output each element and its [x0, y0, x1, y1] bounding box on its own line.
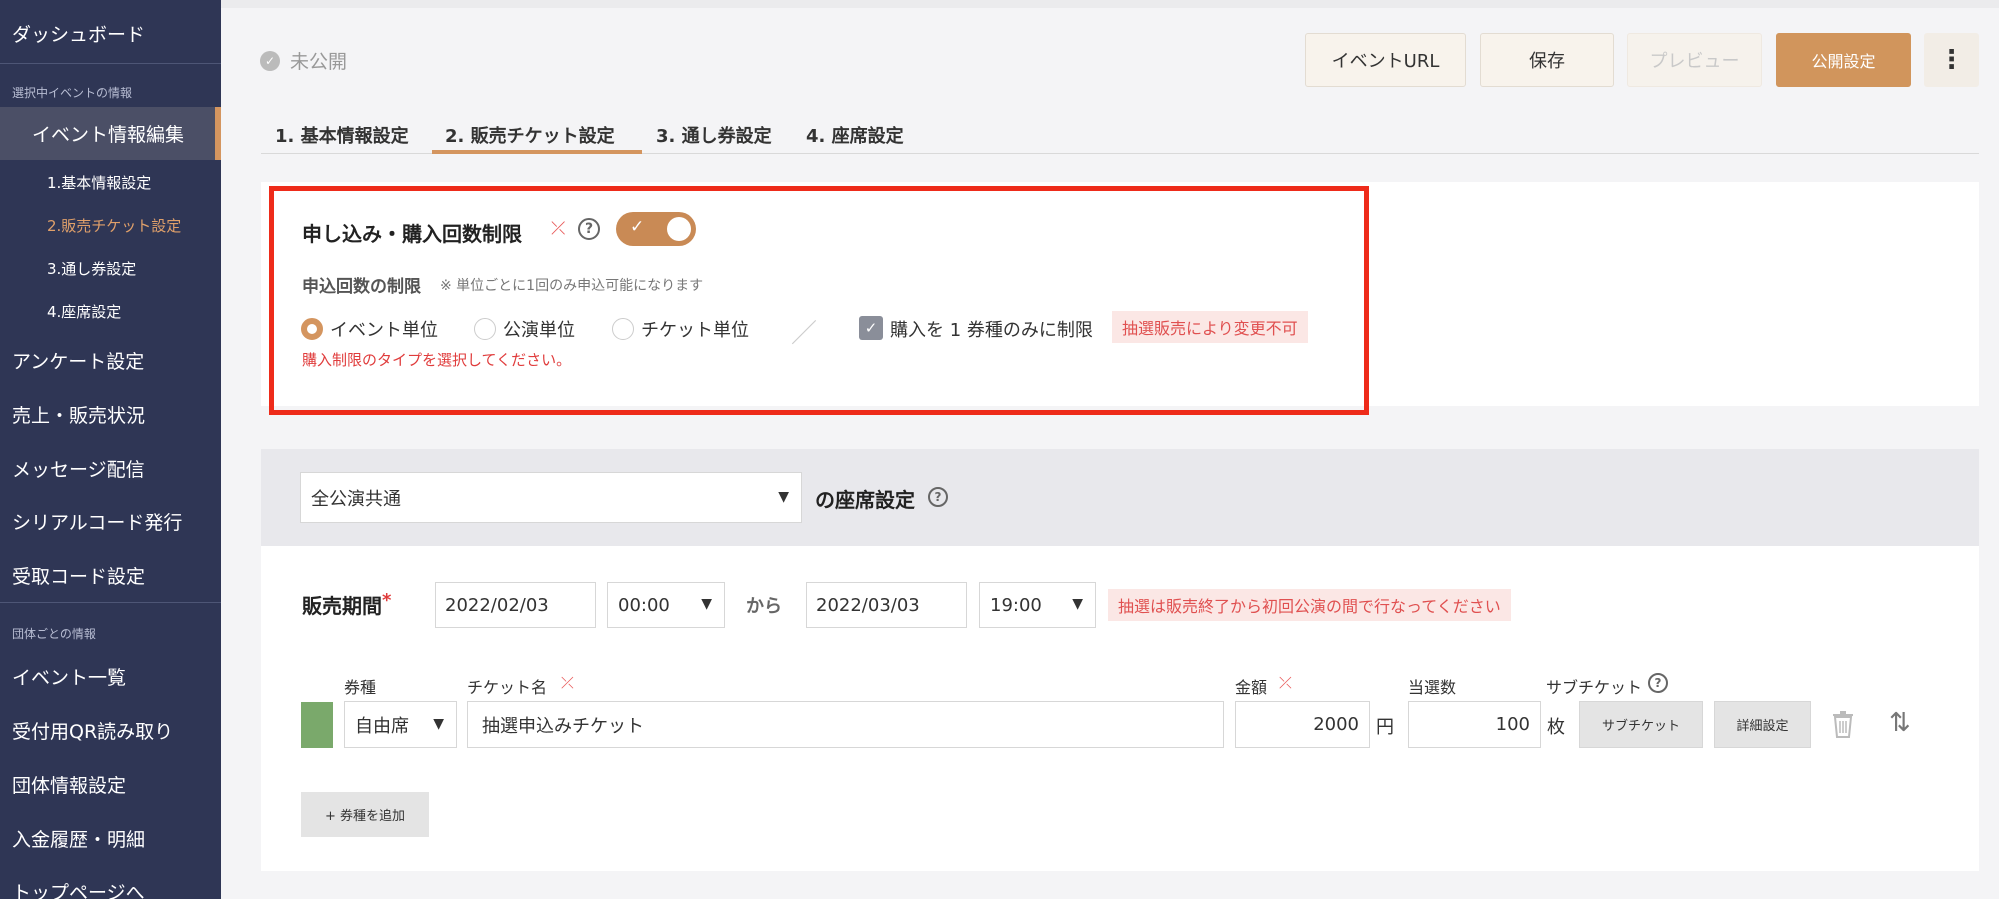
end-date-input[interactable]: 2022/03/03: [806, 582, 967, 628]
publish-settings-button[interactable]: 公開設定: [1776, 33, 1911, 87]
error-message: 購入制限のタイプを選択してください。: [302, 351, 572, 369]
sidebar-item-qr[interactable]: 受付用QR読み取り: [12, 717, 173, 744]
top-bar: [221, 0, 1999, 8]
period-separator: から: [746, 596, 782, 617]
ticket-type-select[interactable]: 自由席 ▼: [344, 701, 457, 748]
single-type-label: 購入を 1 券種のみに制限: [890, 320, 1093, 341]
sidebar: ダッシュボード 選択中イベントの情報 イベント情報編集 1.基本情報設定 2.販…: [0, 0, 221, 899]
mai-unit: 枚: [1547, 717, 1565, 738]
tab-active-underline: [432, 150, 642, 154]
start-time-select[interactable]: 00:00 ▼: [607, 582, 725, 628]
performance-select[interactable]: 全公演共通 ▼: [300, 472, 802, 523]
sidebar-sub-seat[interactable]: 4.座席設定: [47, 301, 121, 322]
sidebar-item-serial[interactable]: シリアルコード発行: [12, 508, 182, 535]
publish-status: ✓ 未公開: [260, 47, 347, 74]
pin-icon: ⤫: [551, 218, 566, 239]
required-asterisk: *: [382, 590, 392, 611]
subticket-button[interactable]: サブチケット: [1579, 701, 1703, 748]
col-subticket-label: サブチケット: [1546, 678, 1643, 697]
lottery-note: 抽選は販売終了から初回公演の間で行なってください: [1108, 589, 1511, 621]
tab-ticket[interactable]: 2. 販売チケット設定: [445, 122, 615, 148]
tab-pass[interactable]: 3. 通し券設定: [656, 122, 772, 148]
purchase-limit-toggle[interactable]: ✓: [616, 212, 696, 246]
ticket-color-swatch[interactable]: [301, 702, 333, 748]
sidebar-item-event-list[interactable]: イベント一覧: [12, 663, 126, 690]
sidebar-item-dashboard[interactable]: ダッシュボード: [12, 20, 145, 47]
sidebar-sub-ticket[interactable]: 2.販売チケット設定: [47, 215, 181, 236]
col-name-label: チケット名: [467, 678, 548, 697]
ticket-name-input[interactable]: 抽選申込みチケット: [467, 701, 1224, 748]
more-menu-button[interactable]: ⋮: [1924, 33, 1979, 87]
radio-show-unit[interactable]: 公演単位: [474, 316, 575, 342]
winners-input[interactable]: 100: [1408, 701, 1541, 748]
sidebar-item-org-settings[interactable]: 団体情報設定: [12, 771, 126, 798]
tab-basic[interactable]: 1. 基本情報設定: [275, 122, 409, 148]
count-limit-label: 申込回数の制限: [302, 277, 421, 297]
start-date-input[interactable]: 2022/02/03: [435, 582, 596, 628]
sidebar-item-top-page[interactable]: トップページへ: [12, 878, 145, 899]
sales-period-label: 販売期間*: [302, 590, 392, 618]
sidebar-section-event: 選択中イベントの情報: [12, 86, 133, 100]
sidebar-sub-basic[interactable]: 1.基本情報設定: [47, 172, 151, 193]
check-circle-icon: ✓: [260, 50, 280, 71]
radio-event-label: イベント単位: [330, 320, 438, 341]
sidebar-divider: [0, 63, 221, 64]
add-ticket-type-button[interactable]: + 券種を追加: [301, 792, 429, 837]
price-input[interactable]: 2000: [1235, 701, 1370, 748]
purchase-limit-title: 申し込み・購入回数制限: [302, 222, 522, 246]
radio-circle[interactable]: [474, 318, 496, 340]
sidebar-item-receive-code[interactable]: 受取コード設定: [12, 562, 145, 589]
performance-select-value: 全公演共通: [311, 488, 401, 510]
help-icon[interactable]: ?: [928, 487, 948, 507]
sort-icon[interactable]: ⇅: [1889, 708, 1911, 738]
radio-event-unit[interactable]: イベント単位: [301, 316, 438, 342]
tab-bar: 1. 基本情報設定 2. 販売チケット設定 3. 通し券設定 4. 座席設定: [261, 118, 1979, 154]
radio-ticket-unit[interactable]: チケット単位: [612, 316, 749, 342]
chevron-down-icon: ▼: [778, 488, 789, 505]
sidebar-sub-pass[interactable]: 3.通し券設定: [47, 258, 136, 279]
toggle-knob: [667, 217, 691, 241]
check-icon: ✓: [630, 217, 645, 237]
sidebar-item-message[interactable]: メッセージ配信: [12, 455, 145, 482]
pin-icon: ⤫: [561, 673, 574, 692]
sidebar-divider: [0, 602, 221, 603]
seat-settings-title: の座席設定: [815, 488, 915, 512]
chevron-down-icon: ▼: [1072, 596, 1083, 613]
status-text: 未公開: [290, 51, 348, 73]
save-button[interactable]: 保存: [1480, 33, 1614, 87]
sidebar-item-event-edit[interactable]: イベント情報編集: [32, 120, 184, 147]
col-winners-label: 当選数: [1408, 678, 1457, 697]
chevron-down-icon: ▼: [701, 596, 712, 613]
col-type-label: 券種: [344, 678, 377, 697]
help-icon[interactable]: ?: [578, 218, 600, 240]
single-type-checkbox[interactable]: ✓: [859, 316, 883, 340]
radio-ticket-label: チケット単位: [641, 320, 749, 341]
pin-icon: ⤫: [1279, 673, 1292, 692]
detail-settings-button[interactable]: 詳細設定: [1714, 701, 1811, 748]
trash-icon[interactable]: [1832, 710, 1854, 738]
event-url-button[interactable]: イベントURL: [1305, 33, 1466, 87]
help-icon[interactable]: ?: [1648, 673, 1668, 693]
radio-circle[interactable]: [612, 318, 634, 340]
radio-circle-selected[interactable]: [301, 318, 323, 340]
sidebar-item-payments[interactable]: 入金履歴・明細: [12, 825, 145, 852]
col-price-label: 金額: [1235, 678, 1268, 697]
sidebar-item-survey[interactable]: アンケート設定: [12, 347, 144, 374]
count-limit-note: ※ 単位ごとに1回のみ申込可能になります: [440, 278, 704, 294]
tab-seat[interactable]: 4. 座席設定: [806, 122, 904, 148]
radio-show-label: 公演単位: [503, 320, 575, 341]
separator-slash: ／: [791, 319, 818, 349]
locked-badge: 抽選販売により変更不可: [1112, 311, 1308, 343]
sidebar-item-sales[interactable]: 売上・販売状況: [12, 401, 145, 428]
sidebar-section-org: 団体ごとの情報: [12, 627, 96, 641]
chevron-down-icon: ▼: [433, 715, 444, 732]
preview-button[interactable]: プレビュー: [1627, 33, 1762, 87]
yen-unit: 円: [1376, 717, 1394, 738]
end-time-select[interactable]: 19:00 ▼: [979, 582, 1096, 628]
